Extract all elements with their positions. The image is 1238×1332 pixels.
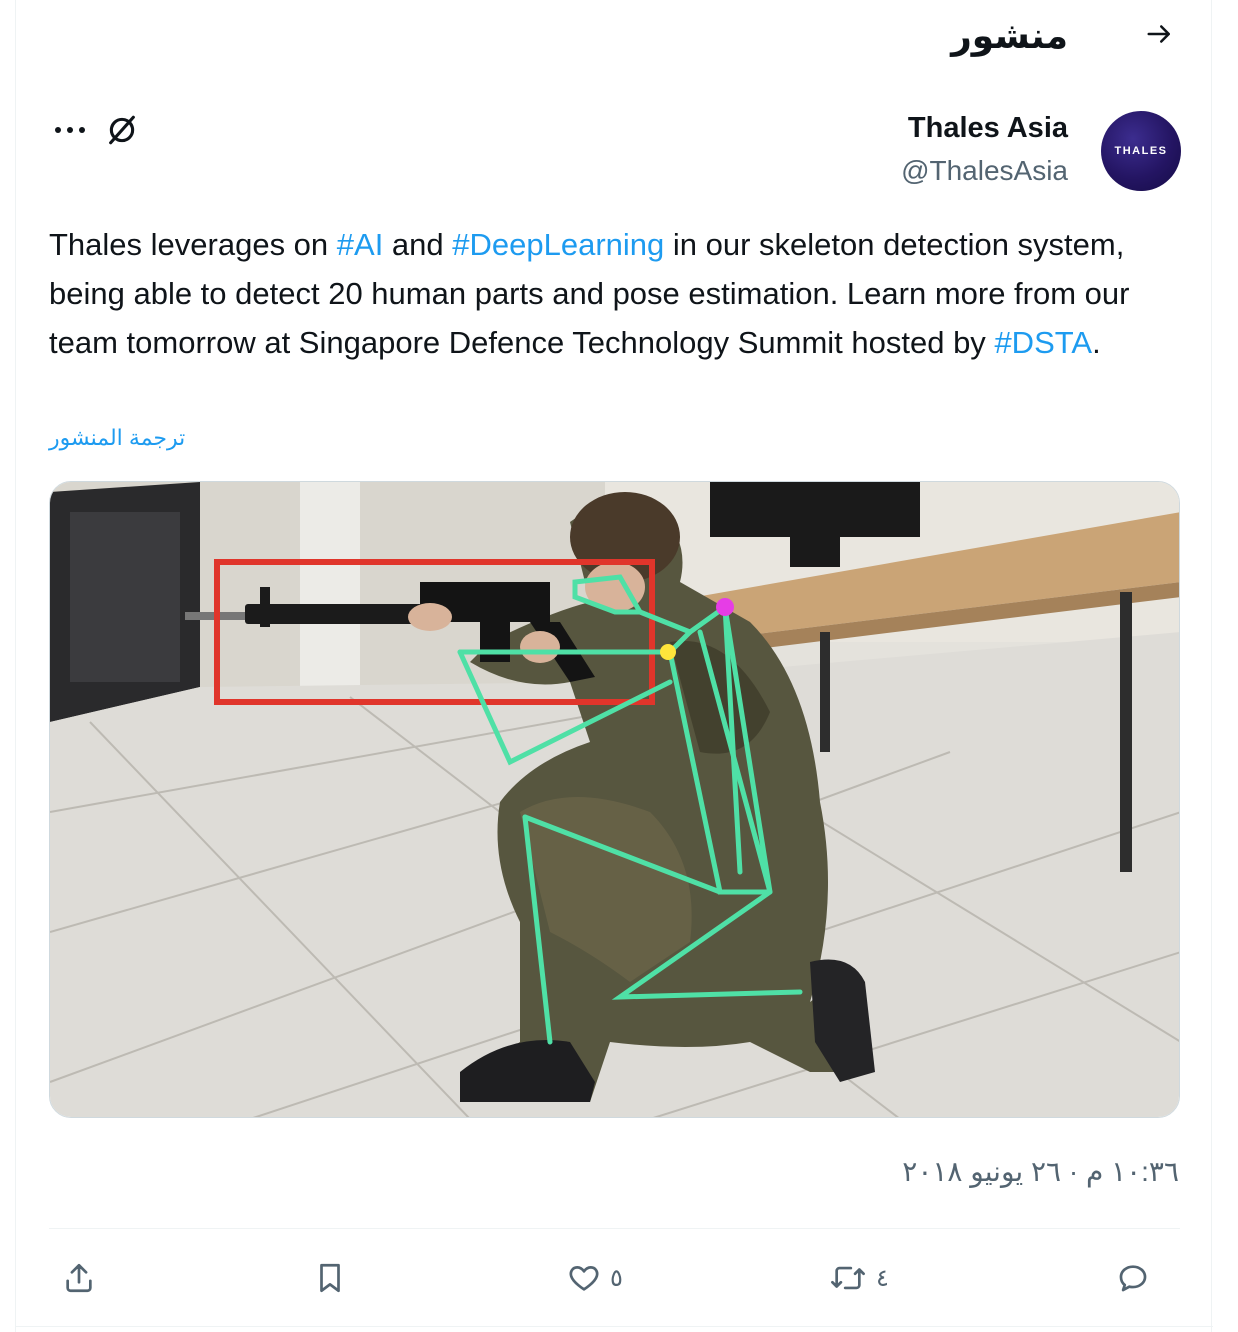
like-count: ٥ — [610, 1264, 623, 1292]
retweet-count: ٤ — [876, 1264, 889, 1292]
retweet-button[interactable]: ٤ — [828, 1256, 889, 1300]
more-icon — [55, 127, 85, 133]
grok-button[interactable] — [102, 110, 142, 150]
hashtag-link[interactable]: #DSTA — [994, 325, 1092, 360]
divider — [49, 1228, 1180, 1229]
post-timestamp[interactable]: ١٠:٣٦ م · ٢٦ يونيو ٢٠١٨ — [902, 1155, 1179, 1188]
heart-icon — [569, 1266, 599, 1291]
grok-icon — [109, 115, 135, 145]
reply-icon — [1119, 1265, 1147, 1292]
tweet-text-segment: and — [383, 227, 453, 262]
bookmark-icon — [320, 1263, 340, 1293]
page-title: منشور — [951, 15, 1068, 56]
more-options-button[interactable] — [50, 112, 90, 148]
skeleton-detection-photo — [50, 482, 1179, 1117]
like-button[interactable]: ٥ — [566, 1256, 623, 1300]
tweet-text-segment: Thales leverages on — [49, 227, 337, 262]
arrow-right-icon — [1147, 25, 1170, 43]
retweet-icon — [831, 1266, 865, 1290]
hashtag-link[interactable]: #DeepLearning — [452, 227, 664, 262]
avatar[interactable]: THALES — [1101, 111, 1181, 191]
back-button[interactable] — [1140, 14, 1180, 54]
avatar-logo-text: THALES — [1114, 145, 1168, 157]
hashtag-link[interactable]: #AI — [337, 227, 384, 262]
share-icon — [66, 1263, 92, 1293]
bookmark-button[interactable] — [313, 1256, 347, 1300]
bottom-border — [16, 1326, 1213, 1327]
post-frame: منشور THALES Thales Asia @ThalesAsia Tha… — [15, 0, 1213, 1332]
author-name[interactable]: Thales Asia — [908, 112, 1068, 145]
tweet-media-image[interactable] — [49, 481, 1180, 1118]
translate-post-link[interactable]: ترجمة المنشور — [49, 425, 185, 451]
tweet-text-segment: . — [1092, 325, 1101, 360]
tweet-text: Thales leverages on #AI and #DeepLearnin… — [49, 220, 1184, 367]
share-button[interactable] — [62, 1256, 96, 1300]
author-handle[interactable]: @ThalesAsia — [901, 155, 1068, 187]
reply-button[interactable] — [1114, 1256, 1152, 1300]
top-bar: منشور — [16, 0, 1213, 75]
